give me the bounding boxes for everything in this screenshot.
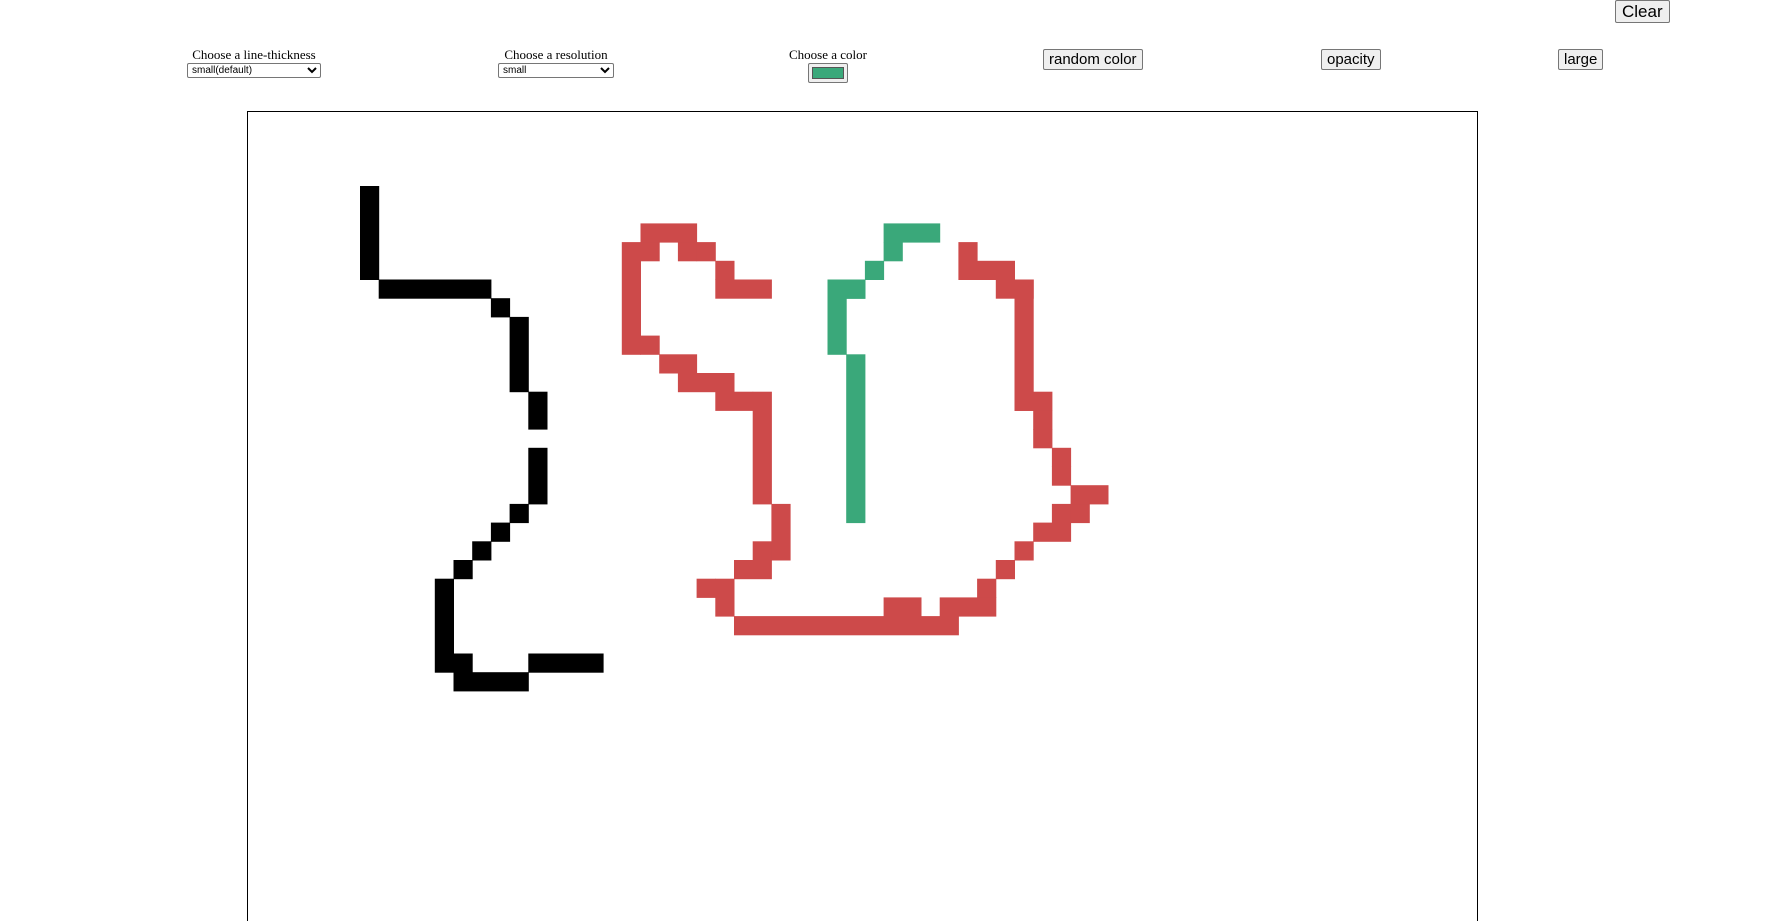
stroke-pixel <box>472 541 492 561</box>
stroke-pixel <box>640 335 660 355</box>
stroke-pixel <box>528 391 548 430</box>
stroke-pixel <box>1014 541 1034 561</box>
resolution-control: Choose a resolution small <box>494 48 618 78</box>
stroke-pixel <box>715 279 772 299</box>
drawing-canvas[interactable] <box>247 111 1478 921</box>
stroke-pixel <box>715 578 735 617</box>
line-thickness-control: Choose a line-thickness small(default) <box>186 48 322 78</box>
stroke-pixel <box>659 354 698 374</box>
stroke-pixel <box>677 242 698 262</box>
stroke-pixel <box>378 279 492 299</box>
large-button[interactable]: large <box>1558 49 1604 70</box>
stroke-pixel <box>360 186 380 280</box>
stroke-pixel <box>621 242 641 355</box>
stroke-pixel <box>528 447 548 505</box>
line-thickness-label: Choose a line-thickness <box>192 47 316 62</box>
stroke-pixel <box>995 560 1015 580</box>
resolution-label: Choose a resolution <box>504 47 608 62</box>
stroke-pixel <box>490 298 511 318</box>
stroke-pixel <box>677 373 735 393</box>
stroke-pixel <box>509 503 529 524</box>
stroke-pixel <box>453 653 473 673</box>
resolution-select[interactable]: small <box>498 63 614 78</box>
stroke-pixel <box>490 522 511 542</box>
line-thickness-select[interactable]: small(default) <box>187 63 321 78</box>
stroke-pixel <box>1070 503 1090 524</box>
stroke-pixel <box>734 560 772 580</box>
stroke-pixel <box>995 279 1034 299</box>
stroke-pixel <box>453 560 473 580</box>
stroke-pixel <box>528 653 604 673</box>
stroke-pixel <box>977 260 1015 280</box>
stroke-pixel <box>1014 279 1034 411</box>
green-stroke <box>827 223 941 524</box>
stroke-pixel <box>453 672 529 692</box>
random-color-button[interactable]: random color <box>1043 49 1143 70</box>
stroke-pixel <box>883 223 941 243</box>
stroke-pixel <box>1051 466 1072 486</box>
color-control: Choose a color <box>782 48 874 83</box>
stroke-pixel <box>883 242 903 262</box>
stroke-pixel <box>696 578 716 598</box>
stroke-pixel <box>434 578 454 673</box>
stroke-pixel <box>752 391 772 505</box>
stroke-pixel <box>827 298 847 355</box>
stroke-pixel <box>883 597 922 617</box>
stroke-pixel <box>977 578 997 598</box>
black-stroke <box>360 186 604 692</box>
stroke-pixel <box>1051 447 1072 467</box>
stroke-pixel <box>1033 429 1053 449</box>
clear-button[interactable]: Clear <box>1615 0 1670 23</box>
stroke-pixel <box>1033 522 1072 542</box>
color-picker[interactable] <box>808 63 848 83</box>
stroke-pixel <box>864 260 885 280</box>
stroke-pixel <box>640 223 698 243</box>
stroke-pixel <box>939 597 997 617</box>
stroke-pixel <box>640 242 660 262</box>
stroke-pixel <box>1051 503 1072 524</box>
stroke-pixel <box>734 616 959 636</box>
color-swatch-fill <box>812 67 844 79</box>
color-label: Choose a color <box>789 47 867 62</box>
stroke-pixel <box>696 242 716 262</box>
stroke-pixel <box>715 260 735 280</box>
stroke-pixel <box>771 503 791 561</box>
stroke-pixel <box>958 242 978 280</box>
stroke-pixel <box>846 354 866 524</box>
stroke-pixel <box>715 391 754 411</box>
stroke-pixel <box>752 541 772 561</box>
drawing-surface[interactable] <box>248 112 1477 921</box>
opacity-button[interactable]: opacity <box>1321 49 1381 70</box>
stroke-pixel <box>827 279 866 299</box>
stroke-pixel <box>1033 410 1053 430</box>
stroke-pixel <box>1070 485 1109 505</box>
stroke-pixel <box>509 316 529 393</box>
